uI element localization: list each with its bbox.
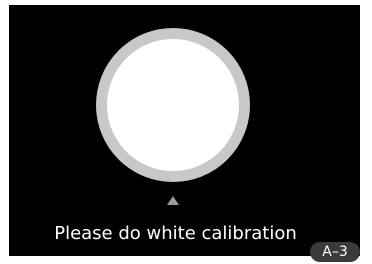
white-calibration-target-icon (96, 28, 250, 182)
manual-figure: Please do white calibration A–3 (0, 0, 372, 264)
up-pointer-icon (167, 196, 179, 205)
camera-display: Please do white calibration (9, 5, 360, 256)
figure-label-badge: A–3 (310, 242, 360, 262)
calibration-instruction: Please do white calibration (54, 223, 297, 244)
